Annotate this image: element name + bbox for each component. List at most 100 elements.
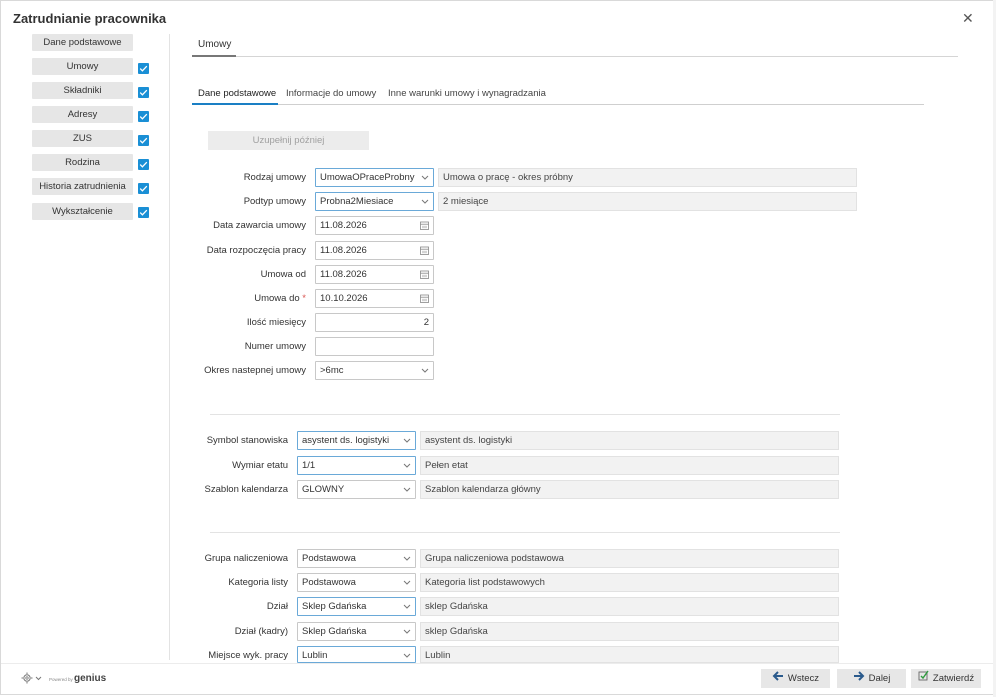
okres-nastepnej-select[interactable]: >6mc — [315, 361, 434, 380]
chevron-down-icon — [403, 556, 411, 561]
chevron-down-icon — [403, 604, 411, 609]
close-icon[interactable]: ✕ — [962, 10, 974, 27]
rodzina-checkbox[interactable] — [138, 159, 149, 170]
calendar-icon[interactable] — [420, 294, 429, 303]
active-tab-indicator — [192, 103, 278, 105]
wymiar-etatu-value: 1/1 — [302, 460, 316, 471]
podtyp-umowy-select[interactable]: Probna2Miesiace — [315, 192, 434, 211]
dzial-kadry-label: Dział (kadry) — [234, 626, 288, 637]
miejsce-pracy-select[interactable]: Lublin — [297, 646, 416, 663]
fill-later-button[interactable]: Uzupełnij później — [208, 131, 369, 150]
calendar-icon[interactable] — [420, 246, 429, 255]
next-button[interactable]: Dalej — [837, 669, 906, 688]
tab-dane-podstawowe[interactable]: Dane podstawowe — [198, 88, 276, 99]
genius-logo: genius — [74, 673, 107, 684]
sidebar-item-skladniki[interactable]: Składniki — [32, 82, 133, 99]
grupa-naliczeniowa-select[interactable]: Podstawowa — [297, 549, 416, 568]
sidebar-item-rodzina[interactable]: Rodzina — [32, 154, 133, 171]
gear-icon[interactable] — [21, 671, 45, 685]
umowa-do-label-text: Umowa do — [254, 293, 300, 304]
okres-nastepnej-label: Okres nastepnej umowy — [204, 365, 306, 376]
chevron-down-icon — [403, 629, 411, 634]
tabs-divider — [192, 104, 924, 105]
miejsce-pracy-description: Lublin — [420, 646, 839, 663]
kategoria-listy-description: Kategoria list podstawowych — [420, 573, 839, 592]
chevron-down-icon — [403, 463, 411, 468]
umowa-do-label: Umowa do * — [201, 293, 306, 304]
confirm-button[interactable]: Zatwierdź — [911, 669, 981, 688]
calendar-icon[interactable] — [420, 221, 429, 230]
podtyp-umowy-description: 2 miesiące — [438, 192, 857, 211]
tab-umowy[interactable]: Umowy — [198, 39, 231, 50]
kategoria-listy-select[interactable]: Podstawowa — [297, 573, 416, 592]
data-rozpoczecia-input[interactable]: 11.08.2026 — [315, 241, 434, 260]
podtyp-umowy-label: Podtyp umowy — [243, 196, 306, 207]
zus-checkbox[interactable] — [138, 135, 149, 146]
umowa-do-input[interactable]: 10.10.2026 — [315, 289, 434, 308]
okres-nastepnej-value: >6mc — [320, 365, 344, 376]
next-button-label: Dalej — [868, 673, 891, 685]
chevron-down-icon — [403, 653, 411, 658]
sidebar-item-wyksztalcenie[interactable]: Wykształcenie — [32, 203, 133, 220]
wyksztalcenie-checkbox[interactable] — [138, 207, 149, 218]
miejsce-pracy-label: Miejsce wyk. pracy — [208, 650, 288, 661]
grupa-naliczeniowa-value: Podstawowa — [302, 553, 356, 564]
skladniki-checkbox[interactable] — [138, 87, 149, 98]
dzial-kadry-select[interactable]: Sklep Gdańska — [297, 622, 416, 641]
wymiar-etatu-description: Pełen etat — [420, 456, 839, 475]
sidebar-item-dane-podstawowe[interactable]: Dane podstawowe — [32, 34, 133, 51]
chevron-down-icon — [403, 438, 411, 443]
rodzaj-umowy-value: UmowaOPraceProbny — [320, 172, 415, 183]
dzial-value: Sklep Gdańska — [302, 601, 367, 612]
symbol-stanowiska-description: asystent ds. logistyki — [420, 431, 839, 450]
sidebar-item-adresy[interactable]: Adresy — [32, 106, 133, 123]
chevron-down-icon — [403, 580, 411, 585]
umowy-checkbox[interactable] — [138, 63, 149, 74]
umowa-od-value: 11.08.2026 — [320, 269, 367, 280]
calendar-icon[interactable] — [420, 270, 429, 279]
tab-informacje-do-umowy[interactable]: Informacje do umowy — [286, 88, 376, 99]
footer-divider — [1, 663, 995, 664]
sidebar-item-historia[interactable]: Historia zatrudnienia — [32, 178, 133, 195]
umowa-do-value: 10.10.2026 — [320, 293, 368, 304]
tab-inne-warunki[interactable]: Inne warunki umowy i wynagradzania — [388, 88, 546, 99]
kategoria-listy-value: Podstawowa — [302, 577, 356, 588]
grupa-naliczeniowa-label: Grupa naliczeniowa — [204, 553, 288, 564]
rodzaj-umowy-description: Umowa o pracę - okres próbny — [438, 168, 857, 187]
powered-by-text: Powered by — [49, 677, 73, 682]
chevron-down-icon — [421, 175, 429, 180]
adresy-checkbox[interactable] — [138, 111, 149, 122]
szablon-kalendarza-label: Szablon kalendarza — [204, 484, 288, 495]
section-divider — [210, 532, 840, 533]
confirm-icon — [918, 669, 929, 688]
data-zawarcia-value: 11.08.2026 — [320, 220, 367, 231]
hire-employee-dialog: Zatrudnianie pracownika ✕ Dane podstawow… — [0, 0, 995, 695]
sidebar-divider — [169, 34, 170, 660]
rodzaj-umowy-select[interactable]: UmowaOPraceProbny — [315, 168, 434, 187]
arrow-right-icon — [853, 669, 865, 688]
confirm-button-label: Zatwierdź — [932, 673, 975, 685]
data-zawarcia-input[interactable]: 11.08.2026 — [315, 216, 434, 235]
back-button[interactable]: Wstecz — [761, 669, 830, 688]
sidebar-item-umowy[interactable]: Umowy — [32, 58, 133, 75]
szablon-kalendarza-value: GLOWNY — [302, 484, 345, 495]
symbol-stanowiska-select[interactable]: asystent ds. logistyki — [297, 431, 416, 450]
sidebar-item-zus[interactable]: ZUS — [32, 130, 133, 147]
wymiar-etatu-select[interactable]: 1/1 — [297, 456, 416, 475]
podtyp-umowy-value: Probna2Miesiace — [320, 196, 394, 207]
data-rozpoczecia-value: 11.08.2026 — [320, 245, 367, 256]
historia-checkbox[interactable] — [138, 183, 149, 194]
numer-umowy-label: Numer umowy — [244, 341, 306, 352]
chevron-down-icon — [403, 487, 411, 492]
chevron-down-icon — [421, 368, 429, 373]
back-button-label: Wstecz — [787, 673, 820, 685]
szablon-kalendarza-description: Szablon kalendarza główny — [420, 480, 839, 499]
dialog-title: Zatrudnianie pracownika — [13, 11, 167, 26]
dzial-select[interactable]: Sklep Gdańska — [297, 597, 416, 616]
ilosc-miesiecy-input[interactable]: 2 — [315, 313, 434, 332]
miejsce-pracy-value: Lublin — [302, 650, 328, 661]
umowa-od-input[interactable]: 11.08.2026 — [315, 265, 434, 284]
numer-umowy-input[interactable] — [315, 337, 434, 356]
dzial-description: sklep Gdańska — [420, 597, 839, 616]
szablon-kalendarza-select[interactable]: GLOWNY — [297, 480, 416, 499]
